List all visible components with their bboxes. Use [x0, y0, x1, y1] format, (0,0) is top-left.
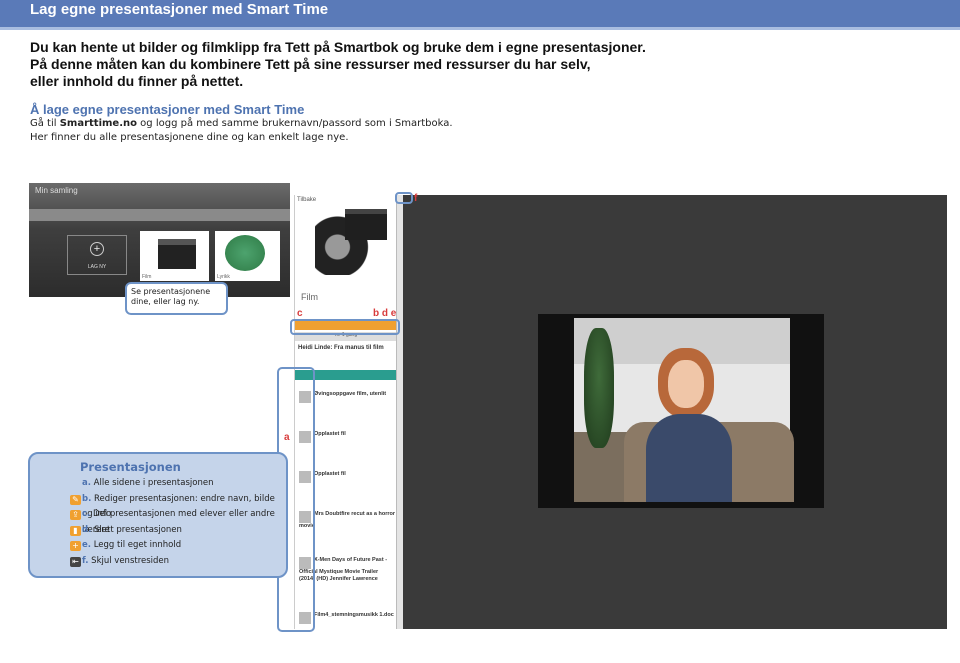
collection-title: Min samling: [35, 186, 78, 195]
label-c: c: [297, 308, 303, 319]
collection-screenshot: Min samling + LAG NY Film Lyrikk: [29, 183, 290, 297]
person-image: [646, 348, 732, 502]
legend-row-f: ⇤ f. Skjul venstresiden: [68, 554, 286, 570]
presentation-card-lyrikk[interactable]: Lyrikk: [215, 231, 280, 281]
presentation-title: Film: [301, 292, 318, 302]
trash-icon: ▮: [70, 525, 81, 536]
plant-image: [584, 328, 614, 448]
tree-image: [225, 235, 265, 271]
plus-icon: +: [90, 242, 104, 256]
toolbar: [29, 209, 290, 221]
add-presentation-button[interactable]: + LAG NY: [67, 235, 127, 275]
section-heading: Å lage egne presentasjoner med Smart Tim…: [30, 102, 305, 117]
card-label: Lyrikk: [217, 274, 230, 280]
label-f: f: [414, 193, 418, 204]
page-header: Lag egne presentasjoner med Smart Time: [0, 0, 960, 30]
video-frame: [574, 318, 794, 502]
card-label: Film: [142, 274, 152, 280]
sidebar-scrollbar[interactable]: [396, 195, 403, 629]
intro-line-1: Du kan hente ut bilder og filmklipp fra …: [30, 39, 646, 55]
line1-suffix: og logg på med samme brukernavn/passord …: [137, 118, 453, 129]
share-icon: ⇪: [70, 510, 81, 520]
presentation-thumbnail: [315, 205, 390, 275]
legend-row-e: + e. Legg til eget innhold: [68, 538, 286, 554]
legend-row-c: ⇪ c. Del presentasjonen med elever eller …: [68, 507, 286, 535]
hide-sidebar-icon: ⇤: [70, 556, 81, 567]
plus-icon: +: [70, 541, 81, 551]
highlight-hide: [395, 192, 413, 204]
label-a: a: [284, 432, 290, 443]
edit-icon: ✎: [70, 494, 81, 505]
legend-box: Presentasjonen a. Alle sidene i presenta…: [28, 452, 288, 578]
presentation-subtitle: Heidi Linde: Fra manus til film: [298, 345, 384, 351]
clapperboard-image: [158, 239, 196, 269]
section-body: Gå til Smarttime.no og logg på med samme…: [30, 117, 453, 145]
legend-title: Presentasjonen: [80, 460, 181, 474]
legend-row-b: ✎ b. Rediger presentasjonen: endre navn, …: [68, 492, 286, 519]
highlight-toolbar: [290, 319, 400, 335]
line2: Her finner du alle presentasjonene dine …: [30, 132, 349, 143]
legend-row-d: ▮ d. Slett presentasjonen: [68, 523, 286, 539]
line1-prefix: Gå til: [30, 118, 60, 129]
page-title: Lag egne presentasjoner med Smart Time: [30, 1, 329, 18]
video-player[interactable]: [538, 314, 824, 508]
intro-text: Du kan hente ut bilder og filmklipp fra …: [30, 39, 690, 90]
intro-line-3: eller innhold du finner på nettet.: [30, 73, 244, 89]
legend-row-a: a. Alle sidene i presentasjonen: [82, 478, 214, 488]
intro-line-2: På denne måten kan du kombinere Tett på …: [30, 56, 591, 72]
label-bde: b d e: [373, 308, 397, 319]
add-label: LAG NY: [87, 264, 107, 270]
callout-collection: Se presentasjonene dine, eller lag ny.: [125, 282, 228, 315]
presentation-card-film[interactable]: Film: [140, 231, 209, 281]
smarttime-link[interactable]: Smarttime.no: [60, 118, 137, 129]
